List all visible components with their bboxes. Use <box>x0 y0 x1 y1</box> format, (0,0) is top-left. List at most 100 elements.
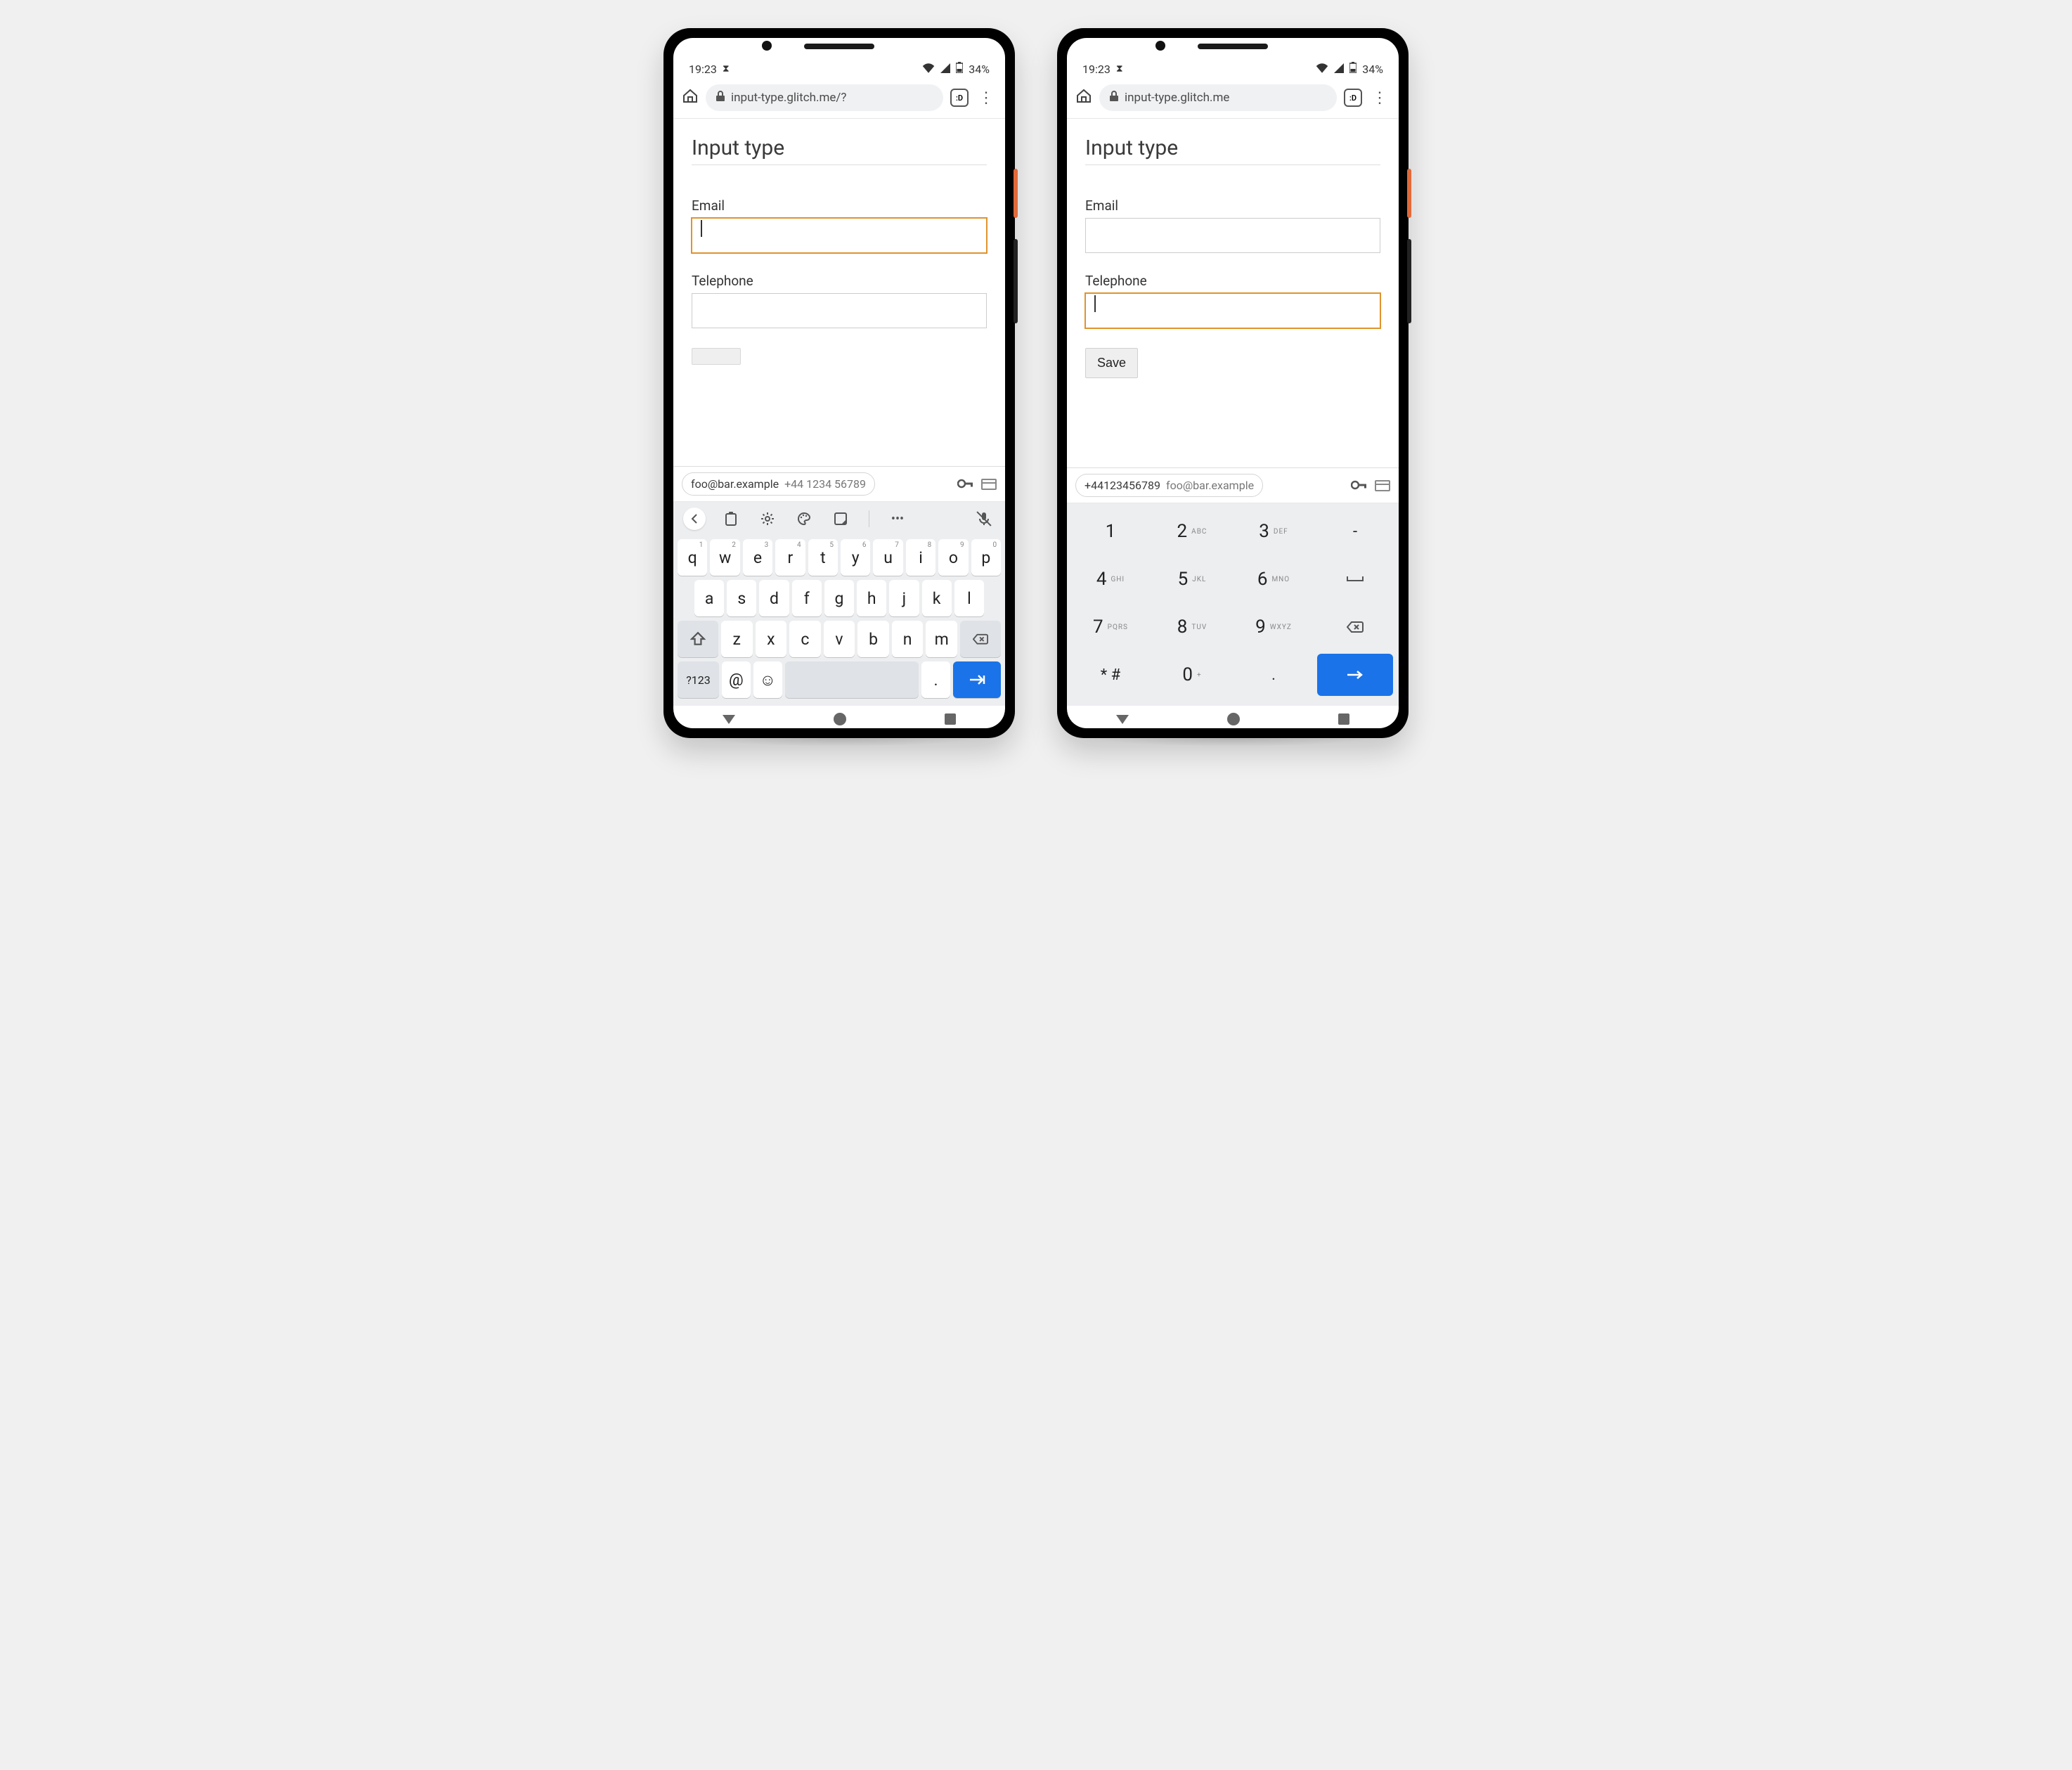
key-sym[interactable]: . <box>1236 654 1312 696</box>
key-q[interactable]: q1 <box>678 539 707 576</box>
key-b[interactable]: b <box>857 621 889 657</box>
overflow-menu-icon[interactable]: ⋮ <box>976 89 997 107</box>
nav-recents-icon[interactable] <box>945 713 956 725</box>
key-f[interactable]: f <box>792 580 822 616</box>
key-dot[interactable]: . <box>921 661 950 698</box>
tabs-button[interactable]: :D <box>1344 89 1362 107</box>
autofill-suggestion[interactable]: foo@bar.example +44 1234 56789 <box>682 472 875 496</box>
tabs-button[interactable]: :D <box>950 89 969 107</box>
key-i[interactable]: i8 <box>906 539 935 576</box>
clock: 19:23 <box>1082 63 1111 76</box>
volume-button[interactable] <box>1407 239 1411 323</box>
status-bar: 19:23 ⧗ 34% <box>673 59 1005 80</box>
key-0[interactable]: 0+ <box>1154 654 1230 696</box>
battery-pct: 34% <box>969 63 990 76</box>
email-field[interactable] <box>692 218 987 253</box>
payment-card-icon[interactable] <box>981 479 997 490</box>
key-icon[interactable] <box>957 476 974 493</box>
key-7[interactable]: 7PQRS <box>1073 606 1148 648</box>
email-label: Email <box>692 198 987 214</box>
nav-recents-icon[interactable] <box>1338 713 1349 725</box>
power-button[interactable] <box>1014 169 1018 218</box>
telephone-label: Telephone <box>1085 273 1380 289</box>
key-t[interactable]: t5 <box>808 539 838 576</box>
key-6[interactable]: 6MNO <box>1236 558 1312 600</box>
key-icon[interactable] <box>1351 477 1368 494</box>
enter-key[interactable] <box>953 661 1001 698</box>
key-y[interactable]: y6 <box>841 539 870 576</box>
address-bar[interactable]: input-type.glitch.me <box>1099 84 1337 111</box>
symbols-key[interactable]: ?123 <box>678 661 719 698</box>
key-z[interactable]: z <box>721 621 753 657</box>
volume-button[interactable] <box>1014 239 1018 323</box>
nav-back-icon[interactable] <box>1116 715 1129 724</box>
key-at[interactable]: @ <box>722 661 751 698</box>
key-l[interactable]: l <box>954 580 984 616</box>
key-v[interactable]: v <box>824 621 855 657</box>
key-4[interactable]: 4GHI <box>1073 558 1148 600</box>
telephone-field[interactable] <box>1085 293 1380 328</box>
nav-home-icon[interactable] <box>834 713 846 725</box>
key-k[interactable]: k <box>922 580 952 616</box>
key-2[interactable]: 2ABC <box>1154 510 1230 553</box>
payment-card-icon[interactable] <box>1375 480 1390 491</box>
chevron-left-icon[interactable] <box>683 508 706 530</box>
key-m[interactable]: m <box>926 621 957 657</box>
phone-right: 19:23 ⧗ 34% input-type.glitch.me :D ⋮ In… <box>1057 28 1409 738</box>
key-u[interactable]: u7 <box>873 539 902 576</box>
home-icon[interactable] <box>682 88 699 108</box>
telephone-field[interactable] <box>692 293 987 328</box>
key-5[interactable]: 5JKL <box>1154 558 1230 600</box>
key-n[interactable]: n <box>892 621 924 657</box>
key-c[interactable]: c <box>789 621 821 657</box>
home-icon[interactable] <box>1075 88 1092 108</box>
backspace-key[interactable] <box>960 621 1001 657</box>
key-r[interactable]: r4 <box>775 539 805 576</box>
overflow-menu-icon[interactable]: ⋮ <box>1369 89 1390 107</box>
key-p[interactable]: p0 <box>971 539 1001 576</box>
key-a[interactable]: a <box>694 580 724 616</box>
key-d[interactable]: d <box>759 580 789 616</box>
nav-back-icon[interactable] <box>723 715 735 724</box>
shift-key[interactable] <box>678 621 718 657</box>
key-h[interactable]: h <box>857 580 886 616</box>
space-key[interactable] <box>1317 558 1393 600</box>
key-sym[interactable]: - <box>1317 510 1393 553</box>
key-s[interactable]: s <box>727 580 756 616</box>
key-9[interactable]: 9WXYZ <box>1236 606 1312 648</box>
palette-icon[interactable] <box>793 508 815 530</box>
key-3[interactable]: 3DEF <box>1236 510 1312 553</box>
backspace-key[interactable] <box>1317 606 1393 648</box>
emoji-key[interactable]: ☺ <box>753 661 782 698</box>
enter-key[interactable] <box>1317 654 1393 696</box>
mic-muted-icon[interactable] <box>973 508 995 530</box>
email-field[interactable] <box>1085 218 1380 253</box>
nav-home-icon[interactable] <box>1227 713 1240 725</box>
save-button-clipped[interactable] <box>692 348 741 365</box>
keyboard-toolbar: ••• <box>673 502 1005 536</box>
space-key[interactable] <box>785 661 919 698</box>
key-x[interactable]: x <box>756 621 787 657</box>
key-1[interactable]: 1 <box>1073 510 1148 553</box>
key-o[interactable]: o9 <box>938 539 968 576</box>
sticker-icon[interactable] <box>829 508 852 530</box>
key-w[interactable]: w2 <box>710 539 739 576</box>
power-button[interactable] <box>1407 169 1411 218</box>
clipboard-icon[interactable] <box>720 508 742 530</box>
battery-icon <box>956 62 963 76</box>
email-label: Email <box>1085 198 1380 214</box>
speaker-grille <box>1198 44 1268 49</box>
front-camera <box>762 41 772 51</box>
autofill-suggestion[interactable]: +44123456789 foo@bar.example <box>1075 474 1263 497</box>
key-g[interactable]: g <box>824 580 854 616</box>
key-e[interactable]: e3 <box>743 539 772 576</box>
signal-icon <box>1334 63 1344 76</box>
key-sym[interactable]: * # <box>1073 654 1148 696</box>
gear-icon[interactable] <box>756 508 779 530</box>
save-button[interactable]: Save <box>1085 348 1138 378</box>
speaker-grille <box>804 44 874 49</box>
key-8[interactable]: 8TUV <box>1154 606 1230 648</box>
key-j[interactable]: j <box>889 580 919 616</box>
more-horizontal-icon[interactable]: ••• <box>886 508 909 530</box>
address-bar[interactable]: input-type.glitch.me/? <box>706 84 943 111</box>
